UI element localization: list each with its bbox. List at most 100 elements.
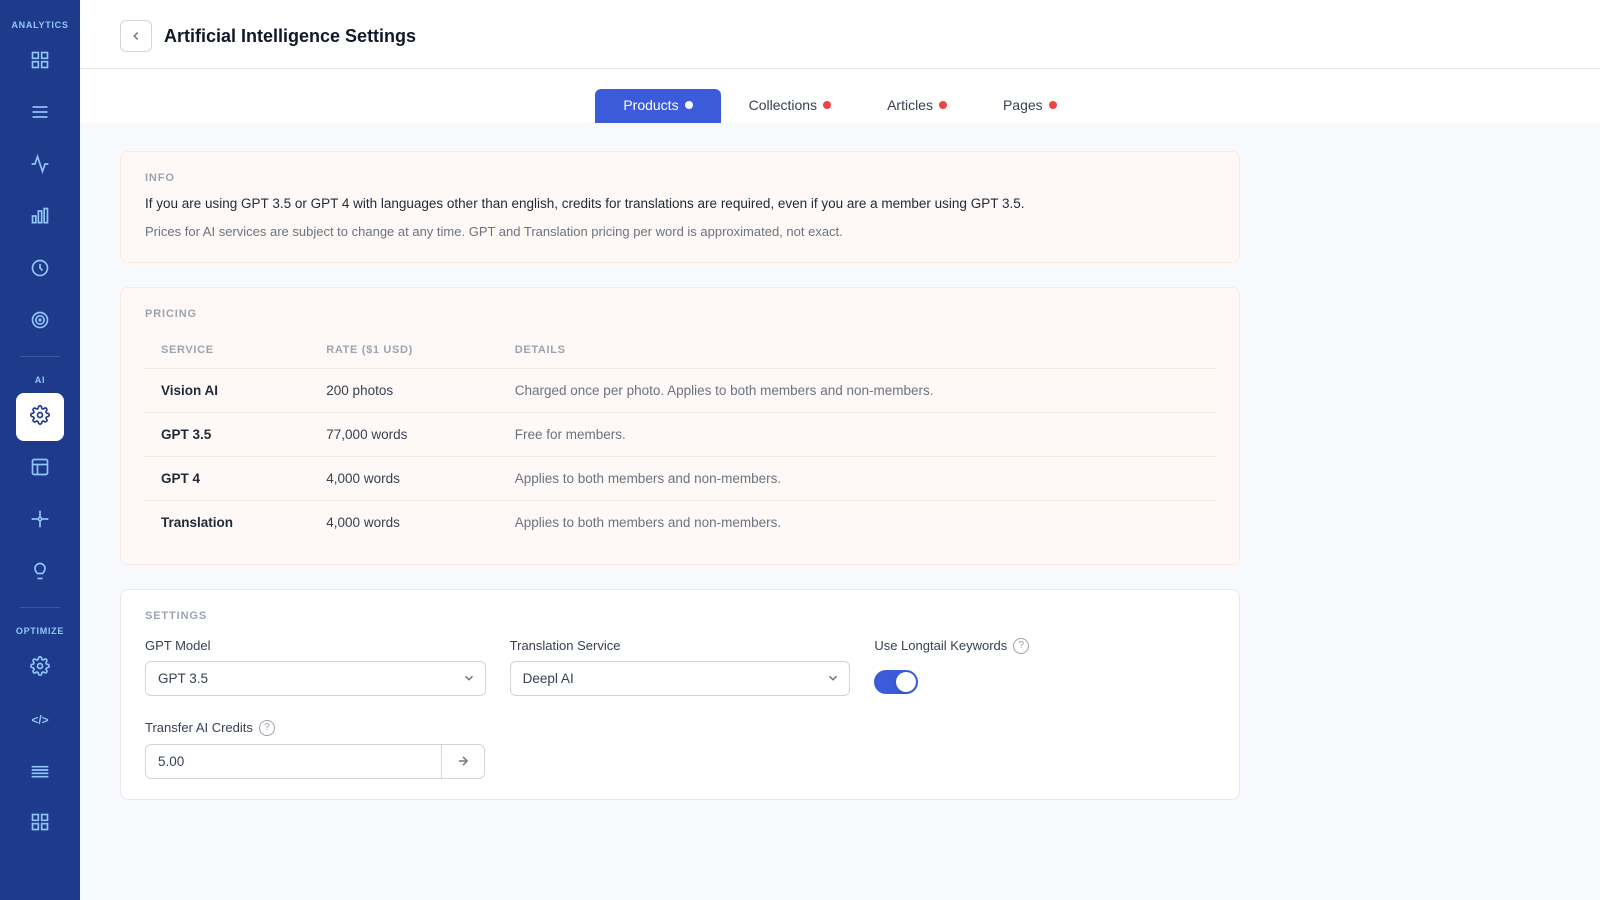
transfer-credits-input-group: [145, 744, 485, 779]
table-row: GPT 4 4,000 words Applies to both member…: [145, 456, 1215, 500]
sidebar-item-ai-settings[interactable]: [16, 393, 64, 441]
sidebar-divider-2: [20, 607, 60, 608]
gpt-model-select-wrapper: GPT 3.5 GPT 4: [145, 661, 486, 696]
rate-cell: 4,000 words: [310, 456, 498, 500]
grid2-icon: [30, 812, 50, 837]
ai-section-label: AI: [0, 375, 80, 385]
arrow-right-icon: [456, 754, 470, 768]
translation-service-label: Translation Service: [510, 638, 851, 653]
sidebar-item-grid[interactable]: [16, 90, 64, 138]
info-box: INFO If you are using GPT 3.5 or GPT 4 w…: [120, 151, 1240, 263]
transfer-credits-label: Transfer AI Credits ?: [145, 720, 485, 736]
sidebar-item-document[interactable]: [16, 445, 64, 493]
sidebar-item-lightbulb[interactable]: [16, 549, 64, 597]
info-normal-text: Prices for AI services are subject to ch…: [145, 222, 1215, 242]
layers-icon: [30, 760, 50, 785]
table-row: GPT 3.5 77,000 words Free for members.: [145, 412, 1215, 456]
table-row: Translation 4,000 words Applies to both …: [145, 500, 1215, 544]
products-tab-label: Products: [623, 97, 678, 113]
sidebar-item-grid2[interactable]: [16, 800, 64, 848]
bar-chart-icon: [30, 206, 50, 231]
tab-collections[interactable]: Collections: [721, 89, 859, 123]
lightbulb-icon: [30, 561, 50, 586]
sidebar-item-clock[interactable]: [16, 246, 64, 294]
tab-pages[interactable]: Pages: [975, 89, 1085, 123]
transfer-credits-input[interactable]: [145, 744, 442, 779]
longtail-keywords-row: Use Longtail Keywords ?: [874, 638, 1215, 662]
sidebar-item-code[interactable]: </>: [16, 696, 64, 744]
network-icon: [30, 509, 50, 534]
toggle-knob: [896, 672, 916, 692]
sidebar-item-network[interactable]: [16, 497, 64, 545]
sidebar-divider-1: [20, 356, 60, 357]
analytics-section-label: ANALYTICS: [0, 20, 80, 30]
sidebar-item-analytics[interactable]: [16, 142, 64, 190]
translation-service-select[interactable]: Deepl AI Google Translate: [510, 661, 851, 696]
service-cell: Vision AI: [145, 368, 310, 412]
content-area: INFO If you are using GPT 3.5 or GPT 4 w…: [80, 123, 1280, 828]
col-details: DETAILS: [499, 336, 1215, 369]
chart-line-icon: [30, 154, 50, 179]
settings-box: SETTINGS GPT Model GPT 3.5 GPT 4: [120, 589, 1240, 800]
col-rate: RATE ($1 USD): [310, 336, 498, 369]
articles-tab-dot: [939, 101, 947, 109]
document-icon: [30, 457, 50, 482]
longtail-keywords-field: Use Longtail Keywords ?: [874, 638, 1215, 696]
service-cell: Translation: [145, 500, 310, 544]
details-cell: Applies to both members and non-members.: [499, 500, 1215, 544]
settings-section-label: SETTINGS: [145, 610, 1215, 622]
pricing-box: PRICING SERVICE RATE ($1 USD) DETAILS Vi…: [120, 287, 1240, 565]
sidebar-item-layers[interactable]: [16, 748, 64, 796]
sidebar: ANALYTICS AI: [0, 0, 80, 900]
info-section-label: INFO: [145, 172, 1215, 184]
pages-tab-dot: [1049, 101, 1057, 109]
transfer-credits-submit-button[interactable]: [442, 744, 485, 779]
tab-products[interactable]: Products: [595, 89, 720, 123]
sidebar-item-bar-chart[interactable]: [16, 194, 64, 242]
rate-cell: 200 photos: [310, 368, 498, 412]
translation-service-select-wrapper: Deepl AI Google Translate: [510, 661, 851, 696]
info-bold-text: If you are using GPT 3.5 or GPT 4 with l…: [145, 194, 1215, 214]
service-cell: GPT 4: [145, 456, 310, 500]
details-cell: Applies to both members and non-members.: [499, 456, 1215, 500]
clock-icon: [30, 258, 50, 283]
page-header: Artificial Intelligence Settings: [80, 0, 1600, 69]
longtail-help-icon[interactable]: ?: [1013, 638, 1029, 654]
sidebar-item-optimize-gear[interactable]: [16, 644, 64, 692]
tabs-container: Products Collections Articles Pages: [80, 69, 1600, 123]
page-title: Artificial Intelligence Settings: [164, 26, 416, 47]
gpt-model-select[interactable]: GPT 3.5 GPT 4: [145, 661, 486, 696]
table-row: Vision AI 200 photos Charged once per ph…: [145, 368, 1215, 412]
details-cell: Free for members.: [499, 412, 1215, 456]
transfer-credits-field: Transfer AI Credits ?: [145, 720, 485, 779]
optimize-gear-icon: [30, 656, 50, 681]
collections-tab-dot: [823, 101, 831, 109]
rate-cell: 77,000 words: [310, 412, 498, 456]
ai-gear-icon: [30, 405, 50, 430]
gpt-model-field: GPT Model GPT 3.5 GPT 4: [145, 638, 486, 696]
translation-service-field: Translation Service Deepl AI Google Tran…: [510, 638, 851, 696]
rate-cell: 4,000 words: [310, 500, 498, 544]
sidebar-item-dashboard[interactable]: [16, 38, 64, 86]
pricing-table: SERVICE RATE ($1 USD) DETAILS Vision AI …: [145, 336, 1215, 544]
tab-articles[interactable]: Articles: [859, 89, 975, 123]
transfer-credits-help-icon[interactable]: ?: [259, 720, 275, 736]
gpt-model-label: GPT Model: [145, 638, 486, 653]
collections-tab-label: Collections: [749, 97, 817, 113]
back-button[interactable]: [120, 20, 152, 52]
articles-tab-label: Articles: [887, 97, 933, 113]
sidebar-item-target[interactable]: [16, 298, 64, 346]
details-cell: Charged once per photo. Applies to both …: [499, 368, 1215, 412]
service-cell: GPT 3.5: [145, 412, 310, 456]
target-icon: [30, 310, 50, 335]
col-service: SERVICE: [145, 336, 310, 369]
pricing-section-label: PRICING: [145, 308, 1215, 320]
longtail-keywords-toggle[interactable]: [874, 670, 918, 694]
main-content: Artificial Intelligence Settings Product…: [80, 0, 1600, 900]
products-tab-dot: [685, 101, 693, 109]
code-icon: </>: [31, 713, 48, 727]
optimize-section-label: OPTIMIZE: [0, 626, 80, 636]
longtail-keywords-label: Use Longtail Keywords ?: [874, 638, 1029, 654]
settings-grid: GPT Model GPT 3.5 GPT 4 Translation Serv…: [145, 638, 1215, 696]
dashboard-icon: [30, 50, 50, 75]
